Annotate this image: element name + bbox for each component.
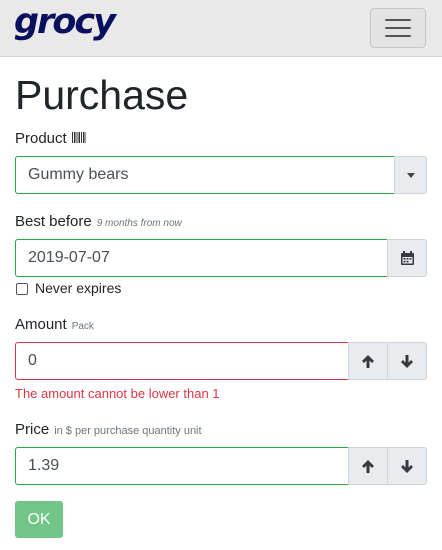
amount-label: Amount Pack: [15, 316, 94, 333]
page-title: Purchase: [15, 72, 189, 118]
never-expires-label: Never expires: [35, 280, 122, 296]
arrow-up-icon: [362, 354, 374, 368]
arrow-down-icon: [401, 459, 413, 473]
product-dropdown-button[interactable]: [394, 156, 427, 194]
price-increase-button[interactable]: [348, 447, 388, 485]
navbar: grocy: [0, 0, 442, 57]
amount-increase-button[interactable]: [348, 342, 388, 380]
caret-down-icon: [406, 172, 415, 178]
amount-unit: Pack: [71, 321, 94, 332]
price-label: Price in $ per purchase quantity unit: [15, 421, 202, 438]
best-before-label: Best before 9 months from now: [15, 213, 182, 230]
amount-input[interactable]: 0: [15, 342, 349, 380]
product-select[interactable]: Gummy bears: [15, 156, 395, 194]
arrow-up-icon: [362, 459, 374, 473]
product-label: Product: [15, 130, 86, 147]
app-logo[interactable]: grocy: [14, 2, 116, 42]
calendar-button[interactable]: [387, 239, 427, 277]
best-before-input[interactable]: 2019-07-07: [15, 239, 388, 277]
price-hint: in $ per purchase quantity unit: [54, 425, 202, 437]
calendar-icon: [400, 251, 414, 265]
navbar-toggle-button[interactable]: [370, 8, 426, 48]
amount-error-message: The amount cannot be lower than 1: [15, 386, 220, 401]
price-input[interactable]: 1.39: [15, 447, 349, 485]
hamburger-icon: [385, 19, 411, 21]
never-expires-checkbox[interactable]: [16, 283, 28, 295]
ok-button[interactable]: OK: [15, 501, 63, 538]
amount-decrease-button[interactable]: [387, 342, 427, 380]
barcode-icon: [71, 132, 86, 143]
arrow-down-icon: [401, 354, 413, 368]
price-decrease-button[interactable]: [387, 447, 427, 485]
best-before-hint: 9 months from now: [96, 218, 182, 229]
